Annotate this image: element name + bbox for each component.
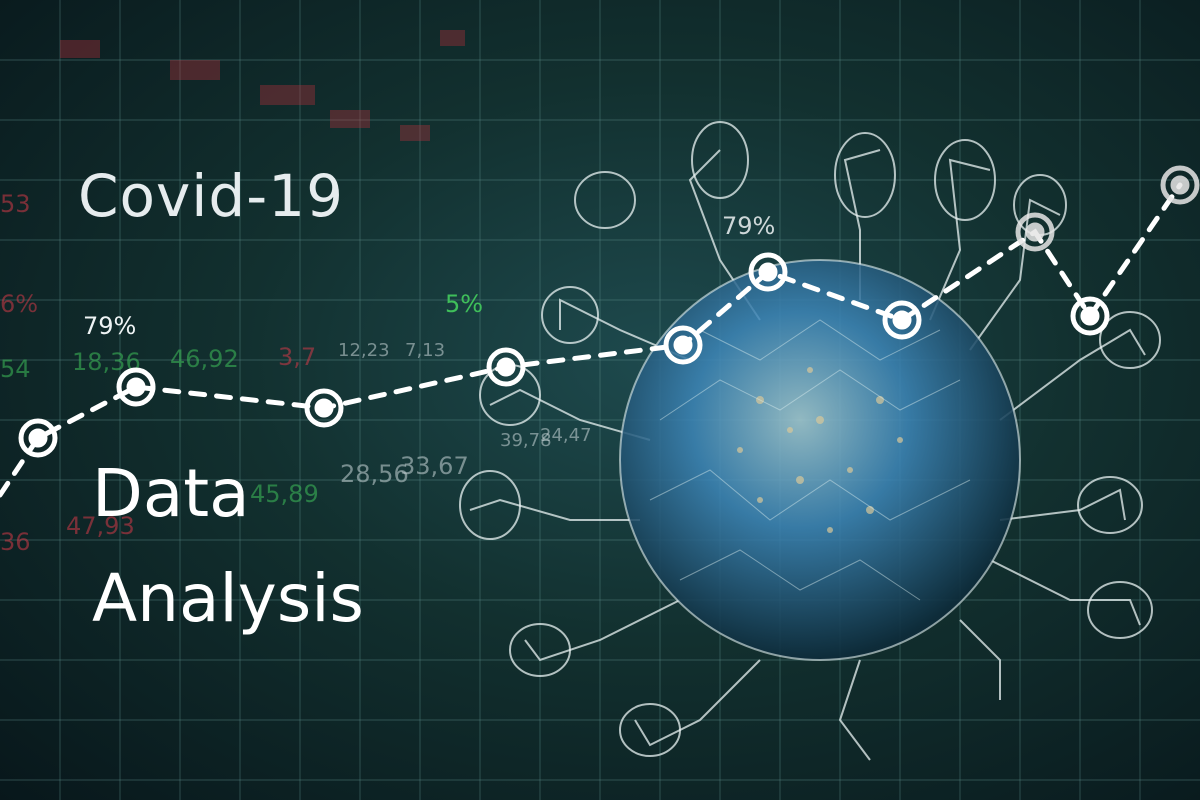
headline-line-1: Data (92, 455, 250, 532)
page-title: Covid-19 (78, 162, 344, 230)
headline-line-2: Analysis (92, 560, 364, 637)
virus-illustration (0, 121, 1200, 761)
percent-label: 79% (83, 312, 137, 340)
percent-label: 5% (445, 290, 484, 318)
percent-label: 79% (722, 212, 776, 240)
hero-banner: 6% 54 53 36 18,36 46,92 3,7 12,23 7,13 4… (0, 0, 1200, 800)
